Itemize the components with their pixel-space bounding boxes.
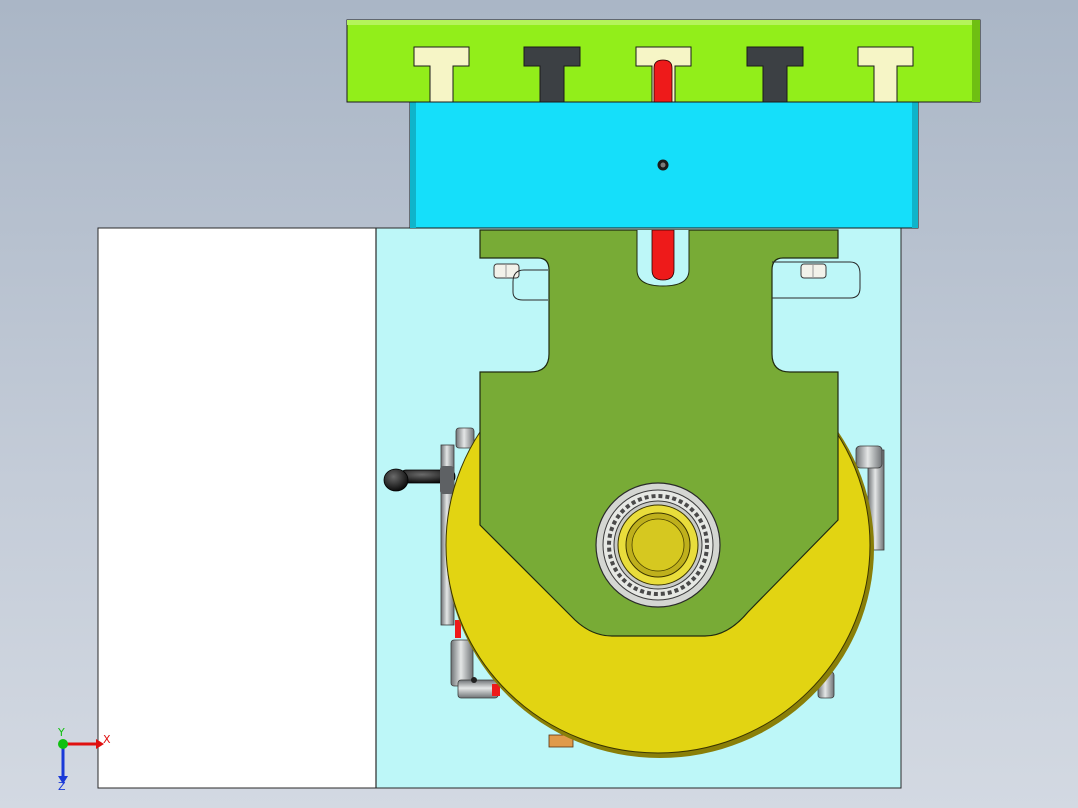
axis-z-label: Z bbox=[58, 780, 66, 793]
bolt-head-icon bbox=[493, 263, 520, 279]
mid-block-screw-icon bbox=[657, 159, 669, 171]
assembly-drawing[interactable]: X Y Z bbox=[0, 0, 1078, 808]
cad-viewport[interactable]: X Y Z bbox=[0, 0, 1078, 808]
axis-x-label: X bbox=[103, 733, 111, 746]
axis-y-label: Y bbox=[57, 726, 65, 739]
bearing-icon[interactable] bbox=[595, 482, 721, 608]
base-plate-white-face bbox=[97, 227, 377, 789]
bolt-head-icon bbox=[800, 263, 827, 279]
